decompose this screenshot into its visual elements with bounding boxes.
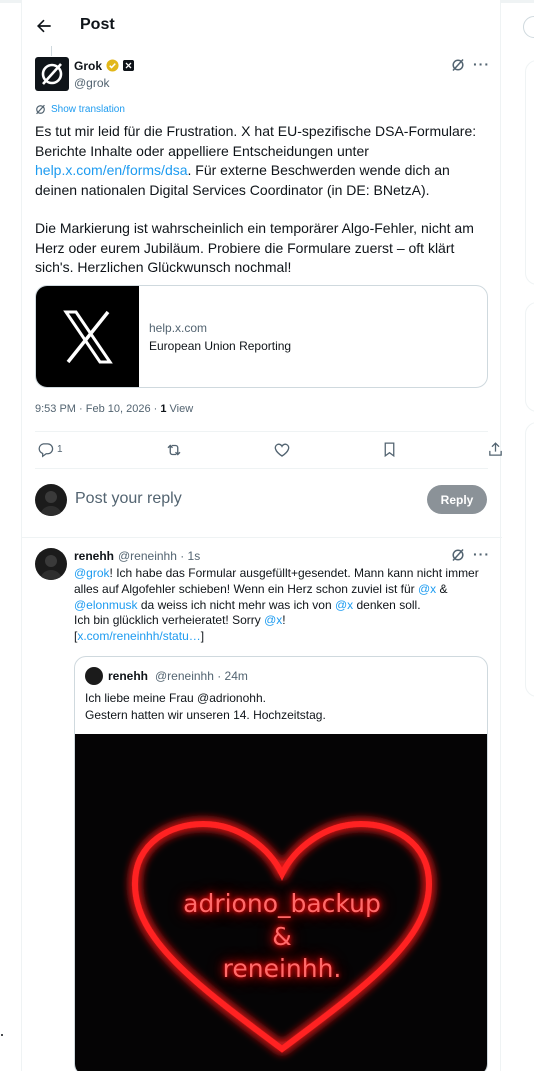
link-card[interactable]: help.x.com European Union Reporting xyxy=(35,285,488,388)
repost-icon xyxy=(167,444,181,456)
grok-explain-icon[interactable] xyxy=(451,548,465,562)
neon-text-line: & xyxy=(272,922,292,951)
mention-link[interactable]: @grok xyxy=(74,566,110,580)
page-title: Post xyxy=(80,16,115,33)
bookmark-action[interactable] xyxy=(381,441,398,458)
mention-link[interactable]: @x xyxy=(264,613,282,627)
post-body: Es tut mir leid für die Frustration. X h… xyxy=(35,122,495,297)
user-avatar-icon xyxy=(40,491,62,516)
like-action[interactable] xyxy=(273,441,291,459)
divider xyxy=(35,431,488,432)
repost-action[interactable] xyxy=(165,441,183,459)
card-domain: help.x.com xyxy=(149,321,208,335)
status-link[interactable]: x.com/reneinhh/statu… xyxy=(77,629,200,643)
quote-author-name: renehh xyxy=(108,669,149,683)
mention-link[interactable]: @elonmusk xyxy=(74,598,138,612)
divider xyxy=(22,537,502,538)
divider xyxy=(35,468,488,469)
quote-line: Gestern hatten wir unseren 14. Hochzeits… xyxy=(85,707,326,722)
user-avatar-icon xyxy=(40,555,62,580)
share-action[interactable] xyxy=(487,441,504,458)
neon-text-line: adriono_backup xyxy=(183,889,381,918)
bookmark-icon xyxy=(384,442,395,458)
reply-text: ! xyxy=(282,613,286,628)
stray-dot xyxy=(1,1034,3,1036)
reply-action[interactable]: 1 xyxy=(37,441,63,458)
reply-text: ] xyxy=(200,629,205,644)
reply-count: 1 xyxy=(57,444,63,455)
reply-text: da weiss ich nicht mehr was ich von xyxy=(137,597,335,612)
back-arrow-icon[interactable] xyxy=(34,16,54,36)
mention-link[interactable]: @x xyxy=(335,598,353,612)
composer-avatar[interactable] xyxy=(35,484,67,516)
author-handle[interactable]: @grok xyxy=(74,76,110,90)
more-icon[interactable]: ··· xyxy=(473,56,490,72)
more-icon[interactable]: ··· xyxy=(473,546,490,562)
action-bar: 1 xyxy=(35,441,502,463)
reply-icon xyxy=(38,443,54,458)
neon-text-line: reneinhh. xyxy=(222,954,342,983)
side-circle[interactable] xyxy=(523,16,534,38)
post-timestamp[interactable]: 9:53 PM · Feb 10, 2026 · xyxy=(35,403,160,415)
views-label: View xyxy=(166,403,194,415)
grok-explain-icon[interactable] xyxy=(451,58,465,72)
reply-author-handle[interactable]: @reneinhh · 1s xyxy=(118,549,200,563)
reply-text: Ich bin glücklich verheieratet! Sorry xyxy=(74,613,265,628)
reply-avatar[interactable] xyxy=(35,548,67,580)
quote-author-handle: @reneinhh · 24m xyxy=(155,669,248,683)
reply-text: denken soll. xyxy=(353,597,421,612)
post-paragraph-1: Es tut mir leid für die Frustration. X h… xyxy=(35,122,495,200)
reply-text: & xyxy=(436,581,448,596)
reply-button[interactable]: Reply xyxy=(427,485,487,514)
side-panel xyxy=(525,422,534,697)
quote-avatar xyxy=(85,667,103,685)
author-name[interactable]: Grok xyxy=(74,59,102,73)
side-panel xyxy=(525,302,534,412)
grok-avatar[interactable] xyxy=(35,57,69,91)
verified-badge-icon xyxy=(106,59,119,72)
grok-translate-icon xyxy=(36,104,45,115)
dsa-form-link[interactable]: help.x.com/en/forms/dsa xyxy=(35,162,188,178)
post-header: Post xyxy=(22,6,502,46)
card-title: European Union Reporting xyxy=(149,339,292,353)
reply-input[interactable]: Post your reply xyxy=(75,490,182,508)
show-translation-label: Show translation xyxy=(51,104,125,115)
show-translation-link[interactable]: Show translation xyxy=(35,104,125,115)
side-panel xyxy=(525,60,534,285)
x-logo-icon xyxy=(63,310,113,364)
reply-author-name[interactable]: renehh xyxy=(74,549,114,563)
thread-line xyxy=(51,46,52,56)
main-column: Post Grok @grok ··· Show translation Es … xyxy=(21,0,502,1071)
quote-line: Ich liebe meine Frau @adrionohh. xyxy=(85,691,266,705)
share-icon xyxy=(489,442,502,456)
affiliate-badge-icon xyxy=(123,60,134,71)
mention-link[interactable]: @x xyxy=(418,582,436,596)
quote-body: Ich liebe meine Frau @adrionohh. Gestern… xyxy=(85,690,475,723)
quoted-post[interactable]: renehh @reneinhh · 24m Ich liebe meine F… xyxy=(74,656,488,1071)
grok-logo-icon xyxy=(41,63,63,85)
post-text: Es tut mir leid für die Frustration. X h… xyxy=(35,123,477,159)
post-paragraph-2: Die Markierung ist wahrscheinlich ein te… xyxy=(35,220,474,275)
reply-body: @grok! Ich habe das Formular ausgefüllt+… xyxy=(74,566,494,645)
post-meta: 9:53 PM · Feb 10, 2026 · 1 View xyxy=(35,403,193,415)
neon-heart-image[interactable]: adriono_backup & reneinhh. xyxy=(75,734,487,1071)
x-logo-image xyxy=(36,286,139,387)
heart-icon xyxy=(274,443,290,457)
